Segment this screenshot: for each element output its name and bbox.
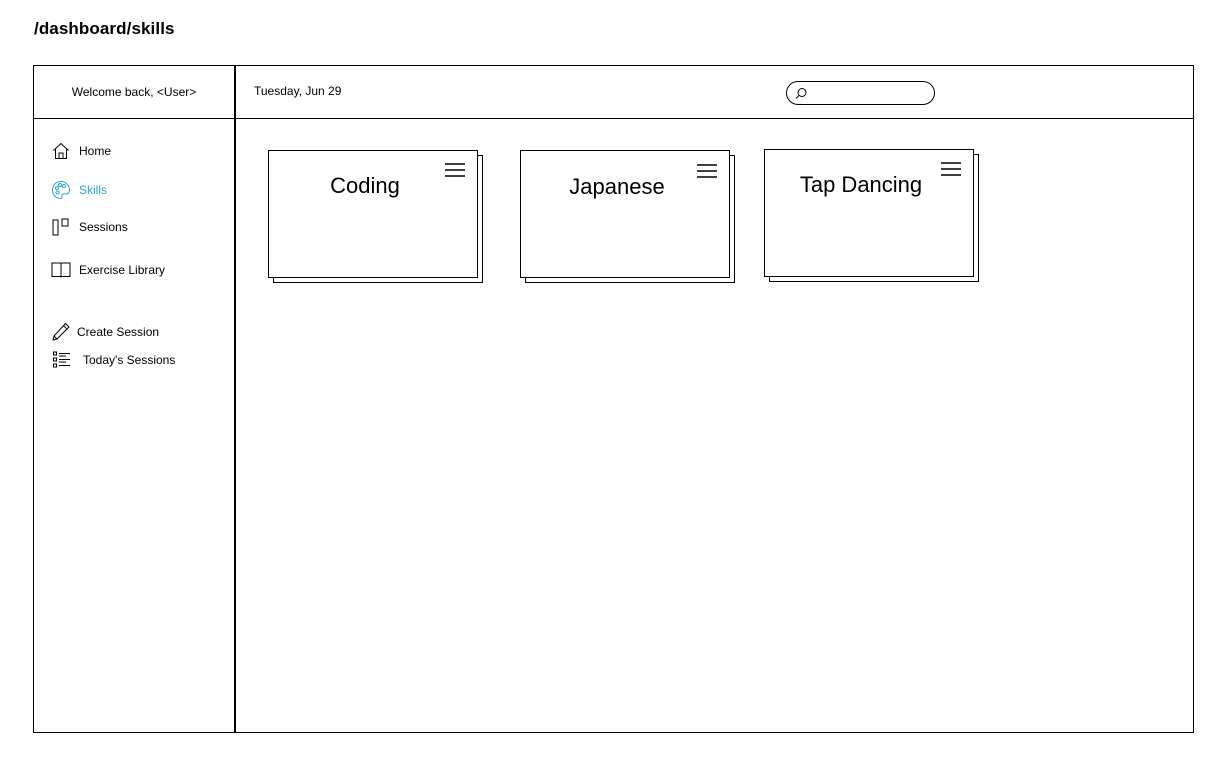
sidebar-item-label: Exercise Library bbox=[79, 263, 166, 277]
skill-card-title: Coding bbox=[330, 173, 400, 198]
sidebar: Welcome back, <User> Home Skills Session… bbox=[34, 66, 236, 732]
checklist-icon bbox=[51, 350, 71, 370]
home-icon bbox=[51, 141, 71, 161]
current-date: Tuesday, Jun 29 bbox=[254, 84, 342, 98]
sidebar-item-skills[interactable]: Skills bbox=[51, 180, 107, 200]
page-route-title: /dashboard/skills bbox=[34, 19, 175, 38]
sidebar-item-label: Create Session bbox=[77, 325, 160, 339]
palette-icon bbox=[51, 180, 71, 200]
sidebar-item-todays-sessions[interactable]: Today's Sessions bbox=[51, 350, 175, 370]
hamburger-menu-icon[interactable] bbox=[697, 163, 717, 179]
card-face: Coding bbox=[268, 150, 478, 278]
sidebar-item-label: Skills bbox=[79, 183, 108, 197]
app-frame: Welcome back, <User> Home Skills Session… bbox=[33, 65, 1194, 733]
sidebar-item-label: Today's Sessions bbox=[83, 353, 176, 367]
skill-card-title: Japanese bbox=[569, 174, 665, 199]
book-icon bbox=[51, 260, 71, 280]
search-icon bbox=[795, 87, 808, 100]
sidebar-item-create-session[interactable]: Create Session bbox=[51, 322, 159, 342]
hamburger-menu-icon[interactable] bbox=[445, 162, 465, 178]
header-bar: Tuesday, Jun 29 bbox=[236, 66, 1193, 119]
skill-card-japanese[interactable]: Japanese bbox=[520, 150, 735, 283]
sidebar-item-label: Sessions bbox=[79, 220, 128, 234]
hamburger-menu-icon[interactable] bbox=[941, 161, 961, 177]
card-face: Tap Dancing bbox=[764, 149, 974, 277]
sessions-icon bbox=[51, 217, 71, 237]
pencil-icon bbox=[51, 322, 71, 342]
sidebar-item-exercise-library[interactable]: Exercise Library bbox=[51, 260, 165, 280]
sidebar-item-sessions[interactable]: Sessions bbox=[51, 217, 128, 237]
skill-card-tap-dancing[interactable]: Tap Dancing bbox=[764, 149, 979, 282]
search-box[interactable] bbox=[786, 81, 935, 105]
card-face: Japanese bbox=[520, 150, 730, 278]
skill-card-title: Tap Dancing bbox=[799, 172, 923, 197]
skill-card-coding[interactable]: Coding bbox=[268, 150, 483, 283]
sidebar-item-home[interactable]: Home bbox=[51, 141, 111, 161]
search-input[interactable] bbox=[811, 84, 930, 104]
sidebar-item-label: Home bbox=[79, 144, 112, 158]
skills-grid: Coding Japanese Tap Dancing bbox=[236, 119, 1193, 732]
welcome-message: Welcome back, <User> bbox=[34, 66, 234, 119]
